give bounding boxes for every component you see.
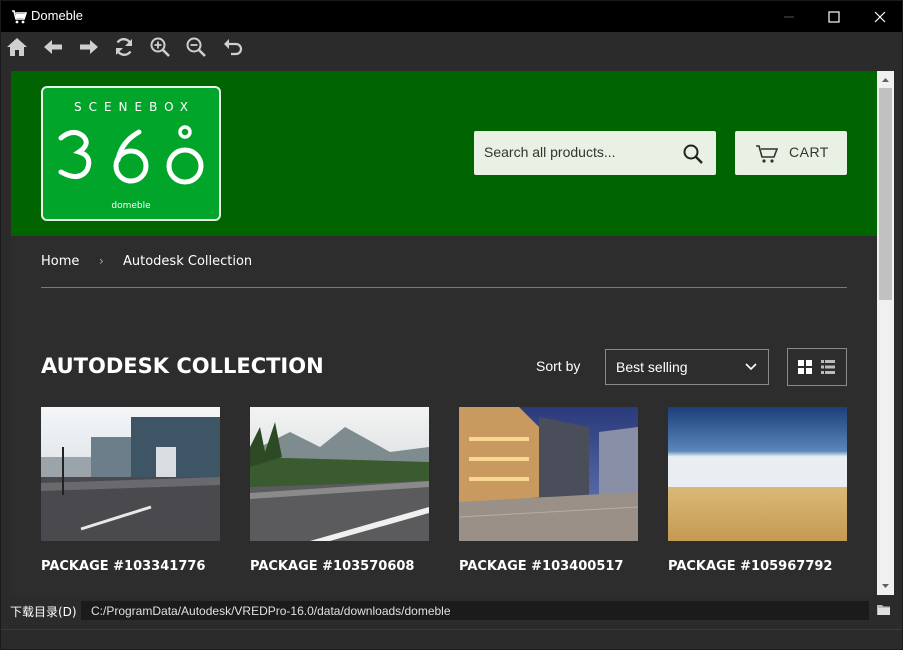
breadcrumb-home[interactable]: Home [41,254,79,269]
cart-label: CART [789,144,829,160]
download-dir-label: 下载目录(D) [10,605,77,619]
arrow-left-icon [44,40,62,54]
cart-button[interactable]: CART [735,131,847,175]
undo-button[interactable] [221,35,245,59]
browser-toolbar [1,32,902,62]
web-view: SCENEBOX domeble Search all products... [11,71,877,595]
title-bar: Domeble [1,1,902,32]
site-logo[interactable]: SCENEBOX domeble [41,86,221,221]
search-bar[interactable]: Search all products... [474,131,716,175]
download-path-field[interactable]: C:/ProgramData/Autodesk/VREDPro-16.0/dat… [81,601,869,620]
search-placeholder[interactable]: Search all products... [484,144,616,160]
download-bar: 下载目录(D) C:/ProgramData/Autodesk/VREDPro-… [1,597,902,625]
sort-value: Best selling [616,359,688,375]
sort-select[interactable]: Best selling [605,349,769,385]
undo-icon [224,39,243,56]
minimize-icon [784,16,794,17]
forward-button[interactable] [77,35,101,59]
home-icon [7,38,27,56]
collection-title: AUTODESK COLLECTION [41,354,324,378]
product-name[interactable]: PACKAGE #103570608 [250,559,414,574]
view-toggle [787,348,847,386]
folder-icon[interactable] [877,604,891,616]
breadcrumb-separator: › [99,254,104,268]
zoom-in-button[interactable] [148,35,172,59]
logo-360-mark [58,125,204,185]
scroll-up-icon[interactable] [881,75,890,84]
vertical-scrollbar[interactable] [877,71,894,595]
reload-icon [115,38,133,56]
arrow-right-icon [80,40,98,54]
cart-icon [11,9,28,25]
chevron-down-icon [745,363,757,371]
back-button[interactable] [41,35,65,59]
sort-label: Sort by [536,358,581,374]
zoom-in-icon [150,37,170,57]
maximize-button[interactable] [811,1,857,32]
bottom-strip [1,629,902,649]
close-icon [874,11,886,22]
breadcrumb-divider [41,287,847,288]
app-window: Domeble SCENEBOX domeble Search all prod… [0,0,903,650]
home-button[interactable] [5,35,29,59]
minimize-button[interactable] [766,1,812,32]
site-header: SCENEBOX domeble Search all products... [11,71,877,236]
product-thumbnail[interactable] [250,407,429,541]
reload-button[interactable] [112,35,136,59]
window-title: Domeble [31,8,84,23]
product-name[interactable]: PACKAGE #103400517 [459,559,623,574]
zoom-out-button[interactable] [184,35,208,59]
scroll-down-icon[interactable] [881,582,890,591]
download-path-text: C:/ProgramData/Autodesk/VREDPro-16.0/dat… [91,604,451,618]
product-thumbnail[interactable] [459,407,638,541]
breadcrumb-current: Autodesk Collection [123,254,253,269]
product-name[interactable]: PACKAGE #105967792 [668,559,832,574]
search-icon[interactable] [682,143,704,165]
zoom-out-icon [186,37,206,57]
maximize-icon [828,10,840,23]
grid-view-icon[interactable] [798,360,812,374]
logo-sub: domeble [111,201,151,211]
cart-icon [756,145,779,163]
product-name[interactable]: PACKAGE #103341776 [41,559,205,574]
scrollbar-thumb[interactable] [879,88,892,300]
product-thumbnail[interactable] [41,407,220,541]
product-thumbnail[interactable] [668,407,847,541]
close-button[interactable] [857,1,902,32]
list-view-icon[interactable] [821,360,835,374]
